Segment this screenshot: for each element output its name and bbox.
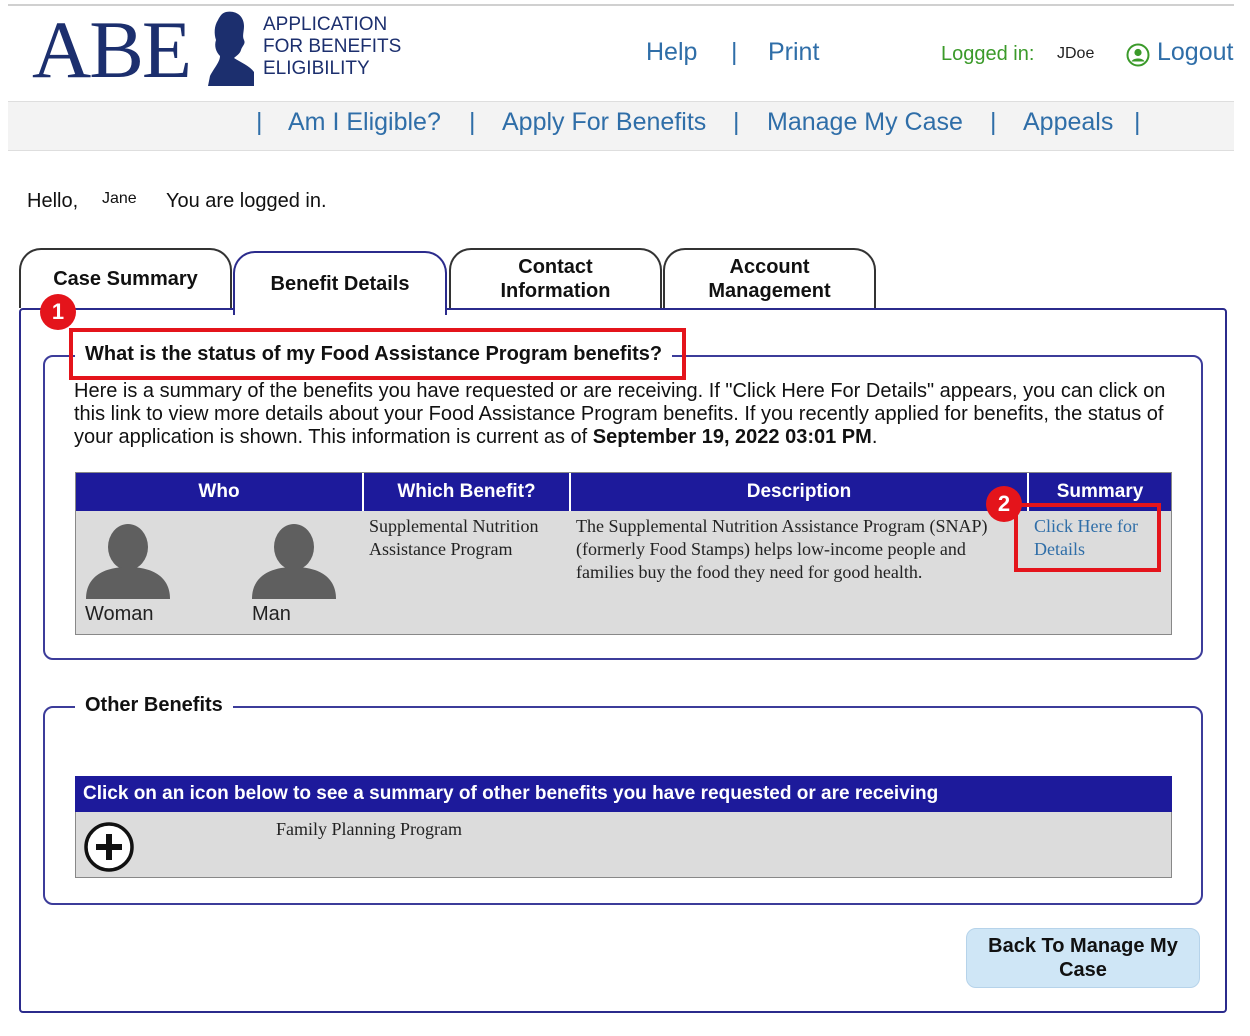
logo-subtitle-line2: FOR BENEFITS [263,36,402,57]
tab-label: Account Management [708,255,830,303]
logo-subtitle-line3: ELIGIBILITY [263,58,370,79]
annotation-badge-2: 2 [986,486,1022,522]
tab-contact-information[interactable]: Contact Information [449,248,662,308]
column-header-who: Who [76,473,364,511]
back-to-manage-my-case-button[interactable]: Back To Manage My Case [966,928,1200,988]
other-benefits-row: Family Planning Program [75,812,1172,878]
plus-circle-icon[interactable] [83,821,135,873]
annotation-highlight-1 [69,328,686,380]
back-button-label-line2: Case [1059,959,1107,981]
man-avatar-icon[interactable] [252,523,336,599]
benefit-description: The Supplemental Nutrition Assistance Pr… [576,516,988,582]
benefits-summary-description: Here is a summary of the benefits you ha… [74,380,1174,449]
logo-subtitle: APPLICATION FOR BENEFITS ELIGIBILITY [263,14,401,80]
logout-link[interactable]: Logout [1157,38,1233,67]
benefit-name: Supplemental Nutrition Assistance Progra… [369,516,539,559]
family-planning-program-label: Family Planning Program [276,819,462,839]
tab-account-management[interactable]: Account Management [663,248,876,308]
user-first-name: Jane [102,190,137,207]
header-separator: | [731,38,738,66]
nav-appeals[interactable]: Appeals [1023,108,1113,137]
abe-logo[interactable]: ABE [32,9,192,91]
tab-label: Case Summary [53,268,198,290]
user-circle-icon[interactable] [1126,43,1150,67]
print-link[interactable]: Print [768,38,819,67]
column-header-description: Description [571,473,1029,511]
annotation-highlight-2 [1014,503,1161,572]
top-rule [8,4,1234,6]
tab-label-line2: Management [708,280,831,302]
tab-label: Contact Information [501,255,611,303]
person-label-woman: Woman [85,603,154,625]
tab-label-line2: Information [500,280,611,302]
logged-in-message: You are logged in. [166,190,327,212]
active-tab-gap [236,307,445,311]
tab-label-line1: Contact [518,256,593,278]
logged-in-username: JDoe [1057,45,1095,62]
nav-separator: | [990,108,997,136]
column-header-which-benefit: Which Benefit? [364,473,571,511]
hello-label: Hello, [27,190,79,212]
as-of-date: September 19, 2022 03:01 PM [592,426,872,448]
as-of-suffix: . [871,426,878,448]
tab-benefit-details[interactable]: Benefit Details [233,251,447,315]
logged-in-label: Logged in: [941,43,1035,65]
woman-avatar-icon[interactable] [86,523,170,599]
person-label-man: Man [252,603,291,625]
back-button-label-line1: Back To Manage My [988,935,1178,957]
nav-separator: | [1134,108,1141,136]
tab-label-line1: Account [729,256,810,278]
back-button-label: Back To Manage My Case [988,934,1178,982]
annotation-badge-1: 1 [40,294,76,330]
tab-label: Benefit Details [270,273,410,295]
nav-apply-for-benefits[interactable]: Apply For Benefits [502,108,706,137]
other-benefits-legend: Other Benefits [75,694,233,717]
logo-subtitle-line1: APPLICATION [263,14,388,35]
nav-separator: | [256,108,263,136]
nav-manage-my-case[interactable]: Manage My Case [767,108,963,137]
nav-separator: | [469,108,476,136]
other-benefits-header: Click on an icon below to see a summary … [75,776,1172,812]
nav-separator: | [733,108,740,136]
nav-am-i-eligible[interactable]: Am I Eligible? [288,108,441,137]
help-link[interactable]: Help [646,38,697,67]
lincoln-silhouette-icon [208,11,254,86]
